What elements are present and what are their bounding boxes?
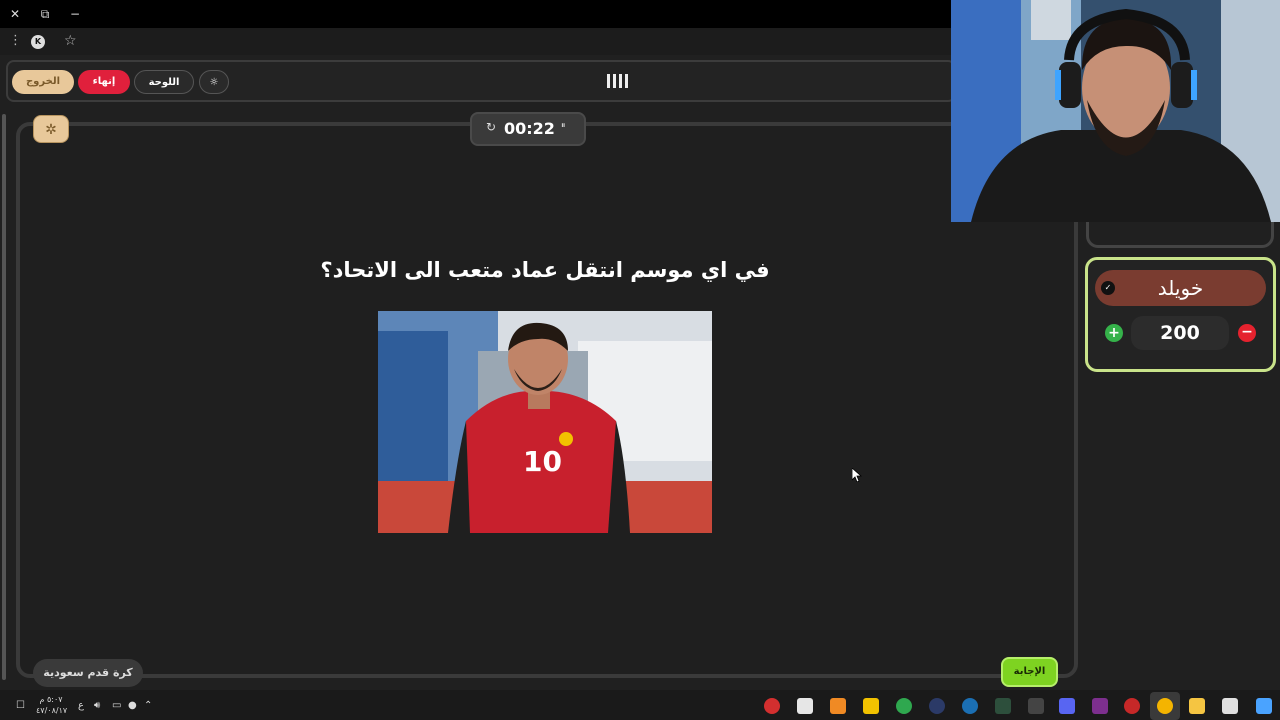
windows-taskbar	[0, 690, 1280, 720]
close-window-button[interactable]: ✕	[6, 5, 24, 23]
unknown-app-icon[interactable]	[1028, 698, 1044, 714]
restore-window-button[interactable]: ⧉	[36, 5, 54, 23]
microphone-icon[interactable]: ●	[128, 700, 137, 712]
volume-icon[interactable]: 🔊︎	[94, 700, 100, 712]
webcam-overlay	[951, 0, 1280, 222]
category-badge: كرة قدم سعودية	[33, 659, 143, 687]
taskbar-date: ٤٧/٠٨/١٧	[36, 706, 68, 715]
menu-dots-icon[interactable]: ⋮	[9, 32, 22, 50]
back-to-board-button[interactable]: اللوحة	[134, 70, 194, 94]
exit-label: الخروج	[25, 76, 61, 87]
sun-icon: ☼	[209, 77, 219, 88]
timer-reset-icon[interactable]: ↻	[486, 120, 496, 134]
file-explorer-app-icon[interactable]	[1189, 698, 1205, 714]
profile-avatar[interactable]: K	[31, 35, 45, 49]
add-points-button[interactable]: +	[1105, 324, 1123, 342]
bookmark-star-icon[interactable]: ☆	[64, 33, 77, 49]
rockstar-app-icon[interactable]	[863, 698, 879, 714]
subtract-points-button[interactable]: −	[1238, 324, 1256, 342]
network-icon[interactable]: ▭	[112, 700, 121, 712]
notification-icon[interactable]: ☐	[16, 700, 25, 712]
team-score: 200	[1131, 316, 1229, 350]
taskbar-clock[interactable]: ٥:٠٧ م ٤٧/٠٨/١٧	[36, 694, 68, 716]
media-player-app-icon[interactable]	[929, 698, 945, 714]
youtube-app-icon[interactable]	[764, 698, 780, 714]
capcut-app-icon[interactable]	[797, 698, 813, 714]
tray-chevron-icon[interactable]: ⌃	[144, 700, 152, 712]
svg-text:10: 10	[523, 445, 562, 478]
timer-pause-icon[interactable]: ⏸	[561, 121, 566, 131]
discord-app-icon[interactable]	[1059, 698, 1075, 714]
timer: ↻ 00:22 ⏸	[470, 112, 586, 146]
end-game-button[interactable]: إنهاء	[78, 70, 130, 94]
store-app-icon[interactable]	[1222, 698, 1238, 714]
board-label: اللوحة	[148, 77, 180, 88]
bug-icon: ✲	[45, 122, 57, 138]
obs-app-icon[interactable]	[1124, 698, 1140, 714]
show-answer-button[interactable]: الإجابة	[1001, 657, 1058, 687]
game-logo-bars-icon	[607, 72, 631, 90]
timer-value: 00:22	[504, 119, 555, 138]
page-scrollbar[interactable]	[2, 114, 6, 680]
active-team-check-icon: ✓	[1101, 281, 1115, 295]
question-image: 10	[378, 311, 712, 533]
minimize-window-button[interactable]: −	[66, 5, 84, 23]
taskbar-time: ٥:٠٧ م	[39, 695, 63, 704]
excel-app-icon[interactable]	[995, 698, 1011, 714]
chrome-app-icon[interactable]	[1157, 698, 1173, 714]
input-language[interactable]: ع	[78, 700, 84, 712]
report-bug-button[interactable]: ✲	[33, 115, 69, 143]
team-name: خويلد	[1095, 270, 1266, 306]
exit-button[interactable]: الخروج	[12, 70, 74, 94]
steam-app-icon[interactable]	[962, 698, 978, 714]
vlc-app-icon[interactable]	[830, 698, 846, 714]
mouse-cursor-icon	[852, 468, 862, 482]
xbox-app-icon[interactable]	[896, 698, 912, 714]
question-text: في اي موسم انتقل عماد متعب الى الاتحاد؟	[320, 258, 770, 282]
end-label: إنهاء	[92, 76, 116, 87]
start-menu-icon[interactable]	[1256, 698, 1272, 714]
theme-toggle-button[interactable]: ☼	[199, 70, 229, 94]
app-icon[interactable]	[1092, 698, 1108, 714]
